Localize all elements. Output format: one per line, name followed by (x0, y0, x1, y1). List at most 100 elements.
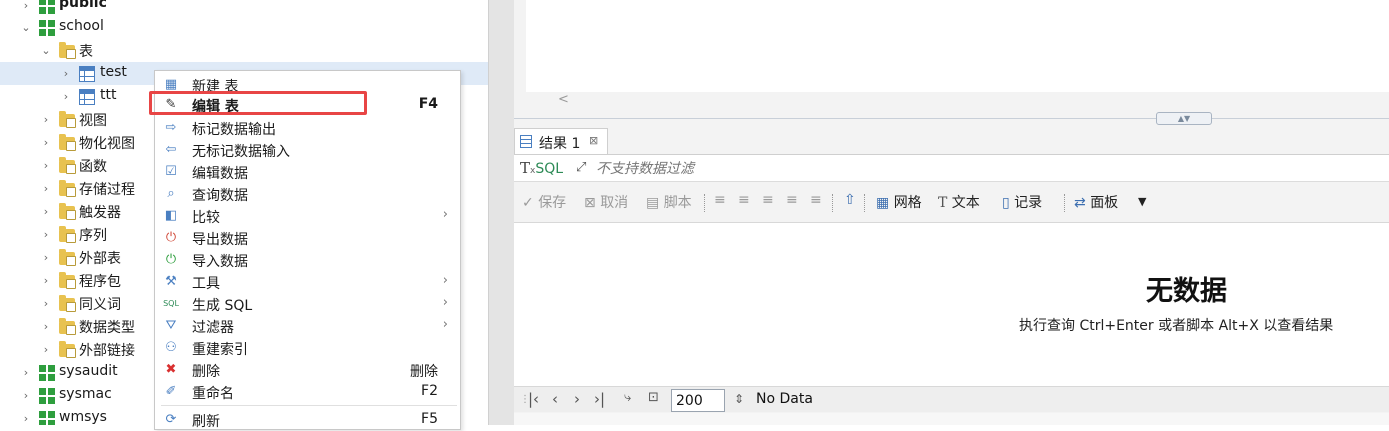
script-icon: ▤ (646, 195, 660, 211)
context-menu: ▦ 新建 表 ✎ 编辑 表 F4 ⇨ 标记数据输出 ⇦ 无标记数据输入 ☑ 编辑… (154, 70, 461, 430)
folder-icon (59, 226, 76, 243)
tree-item-public[interactable]: › public (0, 0, 488, 17)
chevron-right-icon[interactable]: › (60, 68, 72, 80)
sql-icon: SQL (163, 299, 179, 308)
filter-bar: TxSQL ⤢ (514, 154, 1389, 182)
cancel-label: 取消 (600, 195, 629, 211)
menu-item-edit-data[interactable]: ☑ 编辑数据 (155, 161, 460, 183)
export-data-icon: ⏻ (165, 230, 177, 245)
menu-item-compare[interactable]: ◧ 比较 › (155, 205, 460, 227)
menu-item-refresh[interactable]: ⟳ 刷新 F5 (155, 409, 460, 431)
chevron-right-icon[interactable]: › (40, 160, 52, 172)
chevron-right-icon[interactable]: › (40, 114, 52, 126)
cancel-button[interactable]: ⊠ 取消 (584, 192, 628, 212)
chevron-right-icon[interactable]: › (40, 206, 52, 218)
page-size-input[interactable] (671, 389, 725, 412)
script-button[interactable]: ▤ 脚本 (646, 192, 692, 212)
query-data-icon: ⌕ (167, 186, 175, 201)
sql-editor-text-area[interactable] (526, 0, 1389, 92)
menu-item-tools[interactable]: ⚒ 工具 › (155, 271, 460, 293)
delete-icon: ✖ (165, 362, 177, 377)
add-row-icon[interactable]: ≡ (738, 192, 750, 208)
tab-results-1[interactable]: 结果 1 ⊠ (514, 128, 608, 154)
menu-item-import-data[interactable]: ⏻ 导入数据 (155, 249, 460, 271)
spinner-icon[interactable]: ⇕ (734, 392, 744, 406)
filter-input[interactable] (596, 159, 1376, 179)
chevron-right-icon[interactable]: › (20, 390, 32, 402)
vertical-splitter[interactable] (488, 0, 514, 425)
fetch-next-icon[interactable]: ⤷ (624, 390, 631, 405)
tab-label: 结果 1 (539, 136, 581, 152)
sash-grip-icon[interactable]: ▲▼ (1156, 112, 1212, 125)
chevron-right-icon[interactable]: › (40, 137, 52, 149)
chevron-down-icon[interactable]: ⌄ (40, 45, 52, 57)
menu-item-rebuild-index[interactable]: ⚇ 重建索引 (155, 337, 460, 359)
text-icon: T (938, 195, 948, 211)
save-button[interactable]: ✓ 保存 (522, 192, 566, 212)
dropdown-arrow-icon[interactable]: ▼ (1138, 195, 1146, 208)
pencil-icon: ✎ (165, 97, 177, 112)
horizontal-sash[interactable]: ▲▼ (514, 112, 1389, 126)
chevron-right-icon[interactable]: › (20, 367, 32, 379)
copy-row-icon[interactable]: ≡ (762, 192, 774, 208)
tree-item-label: 函数 (79, 159, 107, 175)
menu-item-import-unmarked[interactable]: ⇦ 无标记数据输入 (155, 139, 460, 161)
tree-item-label: 程序包 (79, 274, 121, 290)
submenu-arrow-icon: › (442, 295, 448, 310)
menu-item-export-marked[interactable]: ⇨ 标记数据输出 (155, 117, 460, 139)
menu-item-new-table[interactable]: ▦ 新建 表 (155, 74, 460, 96)
next-page-icon[interactable]: › (574, 390, 580, 408)
chevron-right-icon[interactable]: › (40, 298, 52, 310)
panels-button[interactable]: ⇄ 面板 (1074, 192, 1118, 212)
tree-item-label: 视图 (79, 113, 107, 129)
edit-data-icon: ☑ (165, 164, 177, 179)
chevron-down-icon[interactable]: ⌄ (20, 22, 32, 34)
tree-item-label: sysmac (59, 386, 112, 402)
menu-item-generate-sql[interactable]: SQL 生成 SQL › (155, 293, 460, 315)
schema-icon (39, 0, 55, 14)
chevron-right-icon[interactable]: › (20, 0, 32, 12)
folder-icon (59, 272, 76, 289)
fetch-all-icon[interactable]: ⊡ (648, 390, 659, 405)
expand-icon[interactable]: ⤢ (576, 160, 586, 175)
chevron-right-icon[interactable]: › (40, 344, 52, 356)
menu-item-label: 导出数据 (192, 232, 248, 248)
first-page-icon[interactable]: |‹ (528, 390, 539, 408)
chevron-right-icon[interactable]: › (40, 252, 52, 264)
tree-item-tables[interactable]: ⌄ 表 (0, 39, 488, 62)
scroll-left-icon[interactable]: < (558, 92, 569, 107)
menu-item-label: 无标记数据输入 (192, 144, 290, 160)
close-icon[interactable]: ⊠ (589, 134, 598, 147)
tree-item-school[interactable]: ⌄ school (0, 16, 488, 39)
results-grid[interactable]: 无数据 执行查询 Ctrl+Enter 或者脚本 Alt+X 以查看结果 (514, 222, 1389, 386)
menu-item-export-data[interactable]: ⏻ 导出数据 (155, 227, 460, 249)
panels-label: 面板 (1090, 195, 1119, 211)
record-view-button[interactable]: ▯ 记录 (1002, 192, 1042, 212)
menu-item-filter[interactable]: ⛛ 过滤器 › (155, 315, 460, 337)
revert-row-icon[interactable]: ≡ (810, 192, 822, 208)
delete-row-icon[interactable]: ≡ (786, 192, 798, 208)
toolbar-separator (832, 194, 833, 212)
chevron-right-icon[interactable]: › (40, 275, 52, 287)
last-page-icon[interactable]: ›| (594, 390, 605, 408)
menu-item-edit-table[interactable]: ✎ 编辑 表 F4 (155, 94, 460, 116)
menu-item-rename[interactable]: ✐ 重命名 F2 (155, 381, 460, 403)
sql-filter-button[interactable]: TxSQL (520, 159, 563, 177)
tree-item-label: ttt (100, 87, 117, 103)
grid-view-button[interactable]: ▦ 网格 (876, 192, 922, 212)
edit-cell-icon[interactable]: ≡ (714, 192, 726, 208)
chevron-right-icon[interactable]: › (40, 321, 52, 333)
schema-icon (39, 411, 55, 425)
sash-line (514, 118, 1389, 119)
menu-item-query-data[interactable]: ⌕ 查询数据 (155, 183, 460, 205)
chevron-right-icon[interactable]: › (40, 183, 52, 195)
previous-page-icon[interactable]: ‹ (552, 390, 558, 408)
export-upload-icon[interactable]: ⇧ (844, 192, 856, 208)
menu-item-delete[interactable]: ✖ 删除 删除 (155, 359, 460, 381)
text-view-button[interactable]: T 文本 (938, 192, 980, 212)
chevron-right-icon[interactable]: › (60, 91, 72, 103)
chevron-right-icon[interactable]: › (20, 413, 32, 425)
table-icon (79, 66, 95, 82)
chevron-right-icon[interactable]: › (40, 229, 52, 241)
menu-item-label: 过滤器 (192, 320, 234, 336)
